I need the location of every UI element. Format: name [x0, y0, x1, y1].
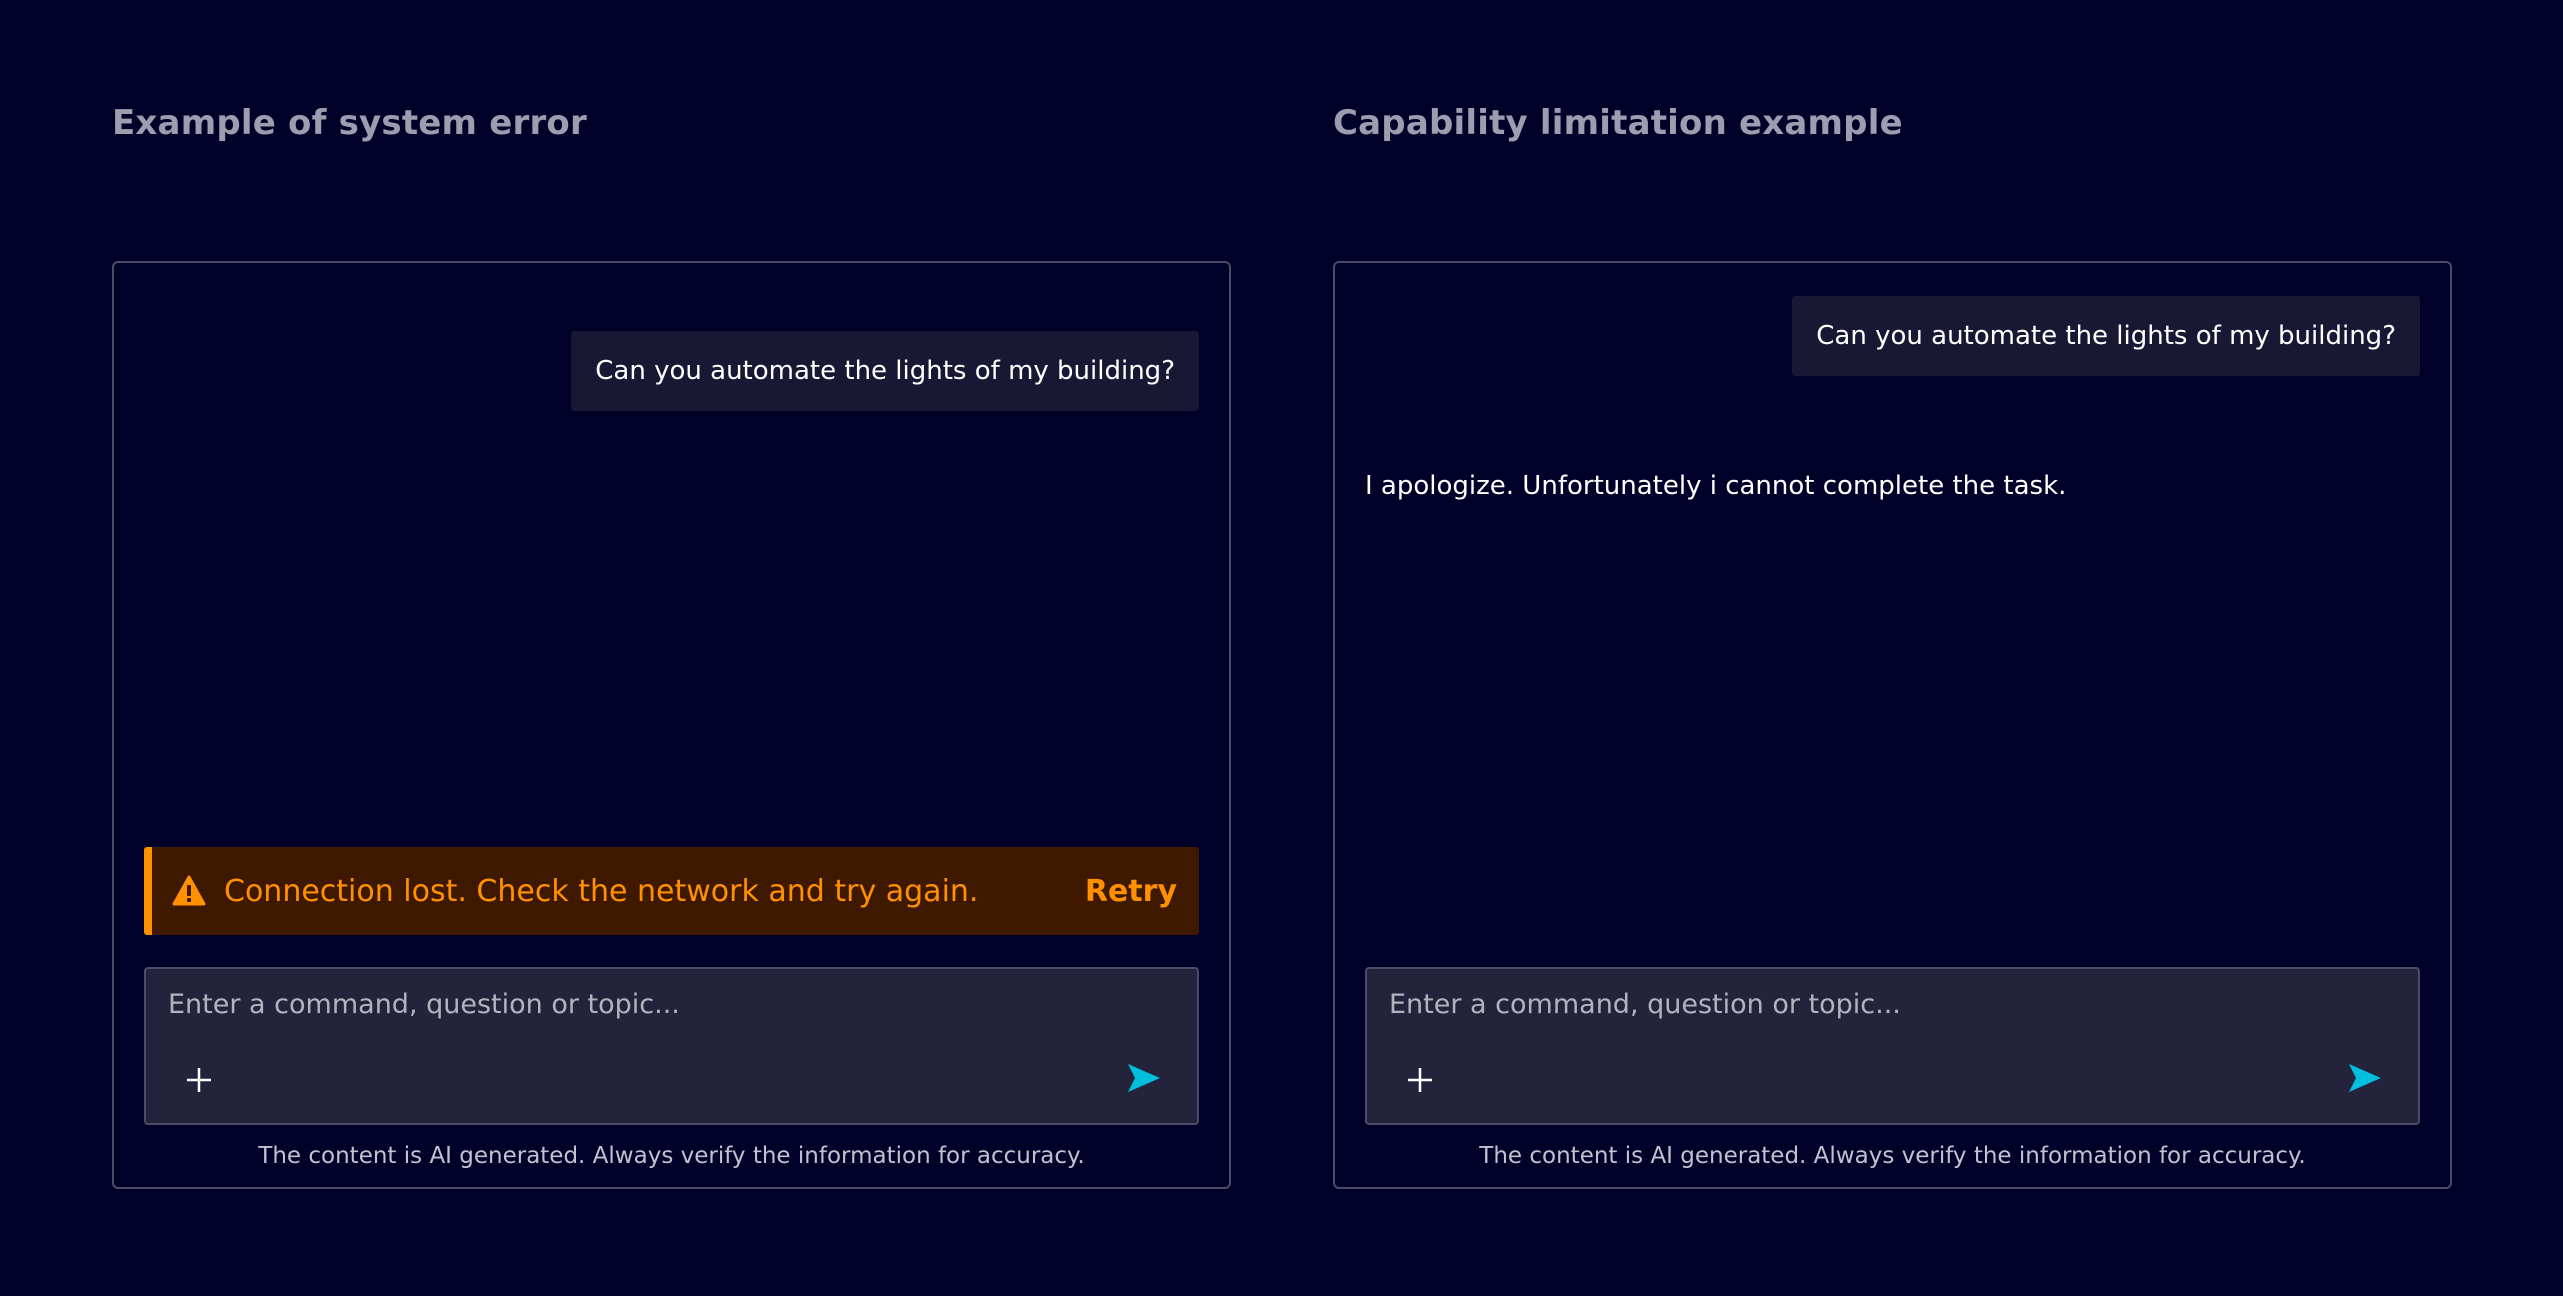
- section-title-system-error: Example of system error: [112, 103, 587, 143]
- ai-disclaimer: The content is AI generated. Always veri…: [1479, 1143, 2306, 1169]
- retry-button[interactable]: Retry: [1085, 874, 1177, 909]
- warning-icon: [172, 875, 206, 907]
- section-title-capability-limitation: Capability limitation example: [1333, 103, 1903, 143]
- user-message-text: Can you automate the lights of my buildi…: [1816, 321, 2396, 351]
- message-composer: [144, 967, 1199, 1125]
- assistant-message: I apologize. Unfortunately i cannot comp…: [1365, 471, 2067, 501]
- error-alert: Connection lost. Check the network and t…: [144, 847, 1199, 935]
- message-composer: [1365, 967, 2420, 1125]
- send-icon[interactable]: [1125, 1061, 1163, 1095]
- user-message-bubble: Can you automate the lights of my buildi…: [1792, 296, 2420, 376]
- user-message-bubble: Can you automate the lights of my buildi…: [571, 331, 1199, 411]
- command-input[interactable]: [168, 989, 1175, 1020]
- chat-panel-system-error: Can you automate the lights of my buildi…: [112, 261, 1231, 1189]
- command-input[interactable]: [1389, 989, 2396, 1020]
- ai-disclaimer: The content is AI generated. Always veri…: [258, 1143, 1085, 1169]
- plus-icon[interactable]: [184, 1065, 214, 1095]
- alert-message: Connection lost. Check the network and t…: [224, 873, 979, 909]
- chat-panel-capability-limitation: Can you automate the lights of my buildi…: [1333, 261, 2452, 1189]
- send-icon[interactable]: [2346, 1061, 2384, 1095]
- plus-icon[interactable]: [1405, 1065, 1435, 1095]
- user-message-text: Can you automate the lights of my buildi…: [595, 356, 1175, 386]
